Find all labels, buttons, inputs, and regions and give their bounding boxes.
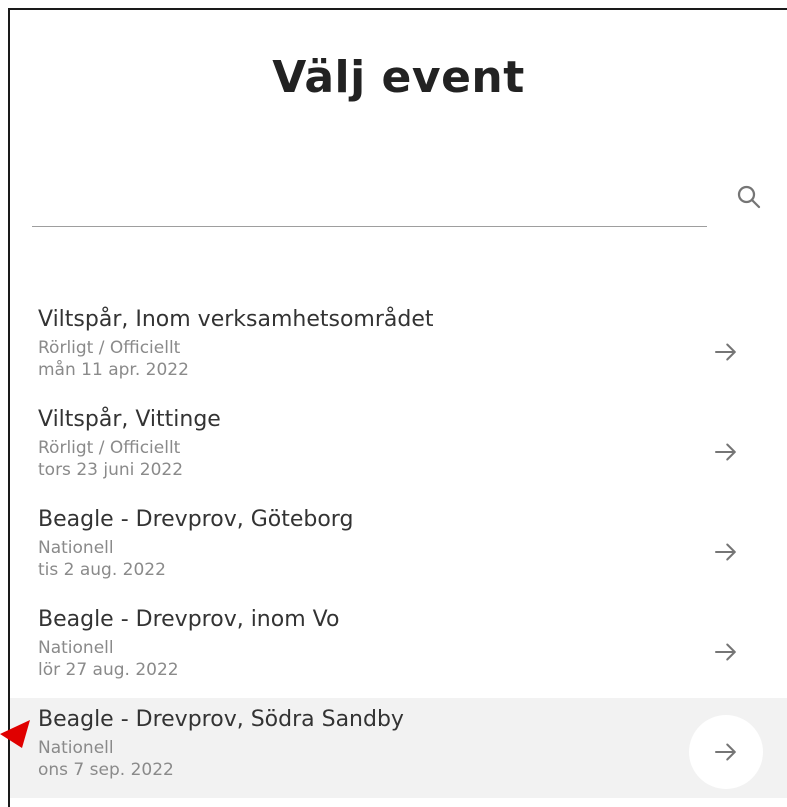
event-name: Beagle - Drevprov, Södra Sandby xyxy=(38,707,404,732)
event-type: Nationell xyxy=(38,638,114,658)
open-event-button[interactable] xyxy=(689,715,763,789)
arrow-right-icon xyxy=(715,743,736,761)
event-date: ons 7 sep. 2022 xyxy=(38,760,174,780)
arrow-right-icon xyxy=(715,643,736,661)
open-event-button[interactable] xyxy=(689,315,763,389)
search-field[interactable] xyxy=(32,178,707,227)
event-type: Nationell xyxy=(38,538,114,558)
open-event-button[interactable] xyxy=(689,515,763,589)
event-date: mån 11 apr. 2022 xyxy=(38,360,189,380)
annotation-arrow-icon xyxy=(0,720,30,748)
event-type: Rörligt / Officiellt xyxy=(38,338,181,358)
search-input[interactable] xyxy=(32,178,707,226)
event-name: Viltspår, Vittinge xyxy=(38,407,221,432)
arrow-right-icon xyxy=(715,343,736,361)
event-list-item[interactable]: Beagle - Drevprov, inom Vo Nationell lör… xyxy=(10,598,787,698)
arrow-right-icon xyxy=(715,543,736,561)
event-list-item[interactable]: Viltspår, Inom verksamhetsområdet Rörlig… xyxy=(10,298,787,398)
arrow-right-icon xyxy=(715,443,736,461)
event-date: tors 23 juni 2022 xyxy=(38,460,184,480)
event-list-item[interactable]: Beagle - Drevprov, Södra Sandby Nationel… xyxy=(10,698,787,798)
event-picker-panel: Välj event Viltspår, Inom verksamhetsomr… xyxy=(8,8,787,807)
search-icon[interactable] xyxy=(734,182,764,212)
page-title: Välj event xyxy=(272,52,525,103)
event-list-item[interactable]: Beagle - Drevprov, Göteborg Nationell ti… xyxy=(10,498,787,598)
event-type: Nationell xyxy=(38,738,114,758)
event-type: Rörligt / Officiellt xyxy=(38,438,181,458)
event-name: Viltspår, Inom verksamhetsområdet xyxy=(38,307,434,332)
event-date: tis 2 aug. 2022 xyxy=(38,560,166,580)
event-name: Beagle - Drevprov, inom Vo xyxy=(38,607,340,632)
event-list: Viltspår, Inom verksamhetsområdet Rörlig… xyxy=(10,298,787,798)
event-date: lör 27 aug. 2022 xyxy=(38,660,179,680)
event-list-item[interactable]: Viltspår, Vittinge Rörligt / Officiellt … xyxy=(10,398,787,498)
open-event-button[interactable] xyxy=(689,615,763,689)
open-event-button[interactable] xyxy=(689,415,763,489)
event-name: Beagle - Drevprov, Göteborg xyxy=(38,507,354,532)
